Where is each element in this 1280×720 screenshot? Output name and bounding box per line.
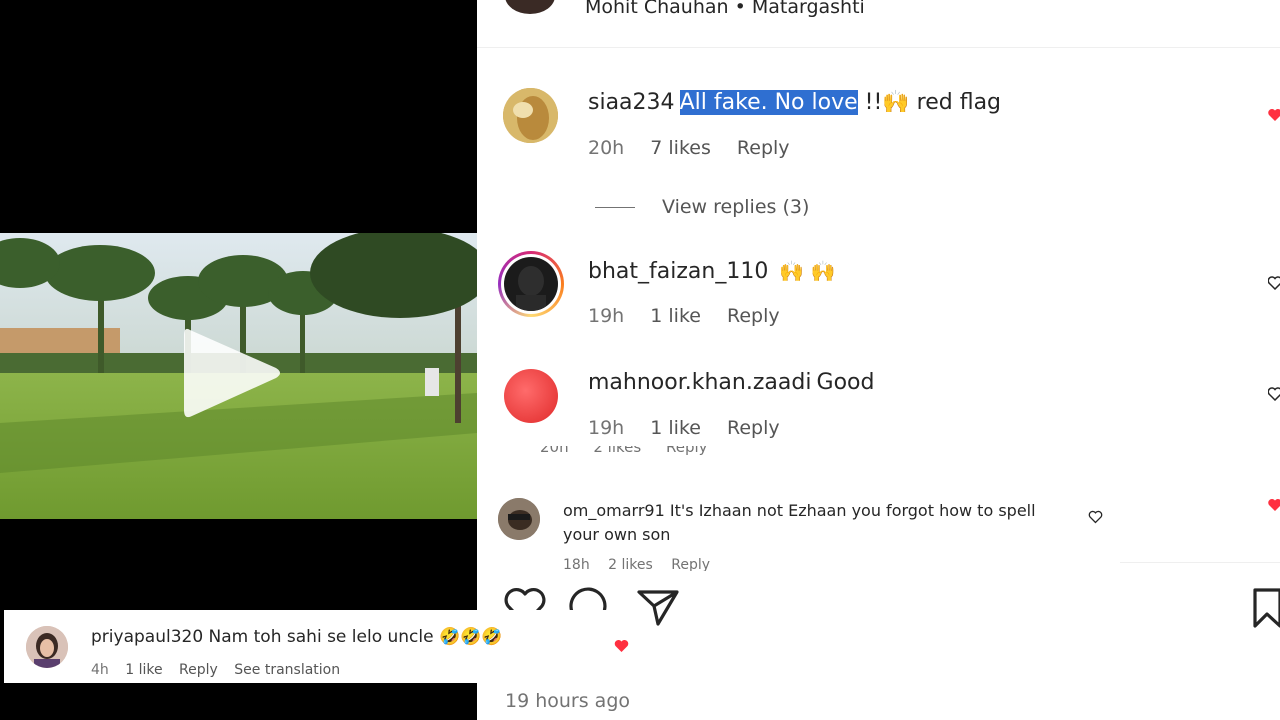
comment-text: Good	[816, 370, 875, 395]
reply-button[interactable]: Reply	[727, 417, 780, 439]
heart-icon[interactable]	[1268, 276, 1280, 290]
comment-avatar	[504, 257, 558, 311]
music-label[interactable]: Mohit Chauhan • Matargashti	[585, 0, 865, 18]
liked-heart-icon[interactable]	[1268, 108, 1280, 122]
comment-time: 19h	[588, 305, 625, 327]
comment-time: 20h	[588, 137, 625, 159]
comment-text-highlight: All fake. No love	[679, 90, 858, 115]
see-translation-button[interactable]: See translation	[234, 662, 340, 678]
comment-time: 18h	[563, 557, 590, 571]
reply-button[interactable]: Reply	[179, 662, 218, 678]
comment-time: 4h	[91, 662, 109, 678]
comment-username[interactable]: priyapaul320	[91, 627, 203, 647]
post-timestamp[interactable]: 19 hours ago	[505, 690, 630, 712]
reply-button[interactable]: Reply	[727, 305, 780, 327]
story-ring[interactable]	[498, 251, 564, 317]
comment-avatar[interactable]	[503, 88, 558, 143]
play-icon[interactable]	[176, 318, 286, 428]
comment-likes[interactable]: 1 like	[650, 417, 701, 439]
comment-meta: 20h 7 likes Reply	[588, 137, 810, 159]
avatar-image	[26, 626, 68, 668]
reply-button[interactable]: Reply	[671, 557, 710, 571]
replies-divider	[595, 207, 635, 208]
comment-likes[interactable]: 7 likes	[650, 137, 711, 159]
comment-body: priyapaul320 Nam toh sahi se lelo uncle …	[91, 627, 502, 647]
comment-text: !!🙌 red flag	[857, 90, 1002, 115]
comment-meta: 19h 1 like Reply	[588, 417, 800, 439]
reply-button[interactable]: Reply	[737, 137, 790, 159]
heart-icon[interactable]	[1088, 510, 1103, 524]
view-replies-button[interactable]: View replies (3)	[662, 196, 809, 218]
comment-likes[interactable]: 2 likes	[608, 557, 653, 571]
comment-body: bhat_faizan_110 🙌 🙌	[588, 259, 836, 284]
comment-likes[interactable]: 1 like	[650, 305, 701, 327]
comment-likes[interactable]: 1 like	[125, 662, 162, 678]
comment-username[interactable]: siaa234	[588, 90, 675, 115]
comment-body: mahnoor.khan.zaadi Good	[588, 370, 874, 395]
divider	[1120, 562, 1280, 563]
share-icon[interactable]	[636, 584, 680, 628]
avatar-image	[516, 266, 546, 311]
avatar-image	[503, 88, 558, 143]
liked-heart-icon[interactable]	[1268, 498, 1280, 512]
comment-time: 19h	[588, 417, 625, 439]
comment-text: 🙌 🙌	[779, 259, 836, 283]
comment-text: Nam toh sahi se lelo uncle 🤣🤣🤣	[208, 627, 503, 647]
story-ring-gap	[501, 254, 561, 314]
comment-avatar[interactable]	[26, 626, 68, 668]
comment-body: siaa234 All fake. No love !!🙌 red flag	[588, 90, 1001, 115]
comment-avatar[interactable]	[504, 369, 558, 423]
comment-meta: 4h 1 like Reply See translation	[91, 662, 340, 678]
comment-username[interactable]: bhat_faizan_110	[588, 259, 768, 284]
avatar-image	[498, 498, 540, 540]
heart-icon[interactable]	[1268, 387, 1280, 401]
comment-meta: 18h 2 likes Reply	[563, 557, 763, 571]
liked-heart-icon[interactable]	[614, 639, 629, 653]
comment-meta: 19h 1 like Reply	[588, 305, 800, 327]
comment-username[interactable]: om_omarr91	[563, 501, 665, 520]
comment-avatar[interactable]	[498, 498, 540, 540]
comment-body: om_omarr91 It's Izhaan not Ezhaan you fo…	[563, 499, 1043, 547]
bookmark-icon[interactable]	[1252, 586, 1280, 630]
comment-username[interactable]: mahnoor.khan.zaadi	[588, 370, 811, 395]
